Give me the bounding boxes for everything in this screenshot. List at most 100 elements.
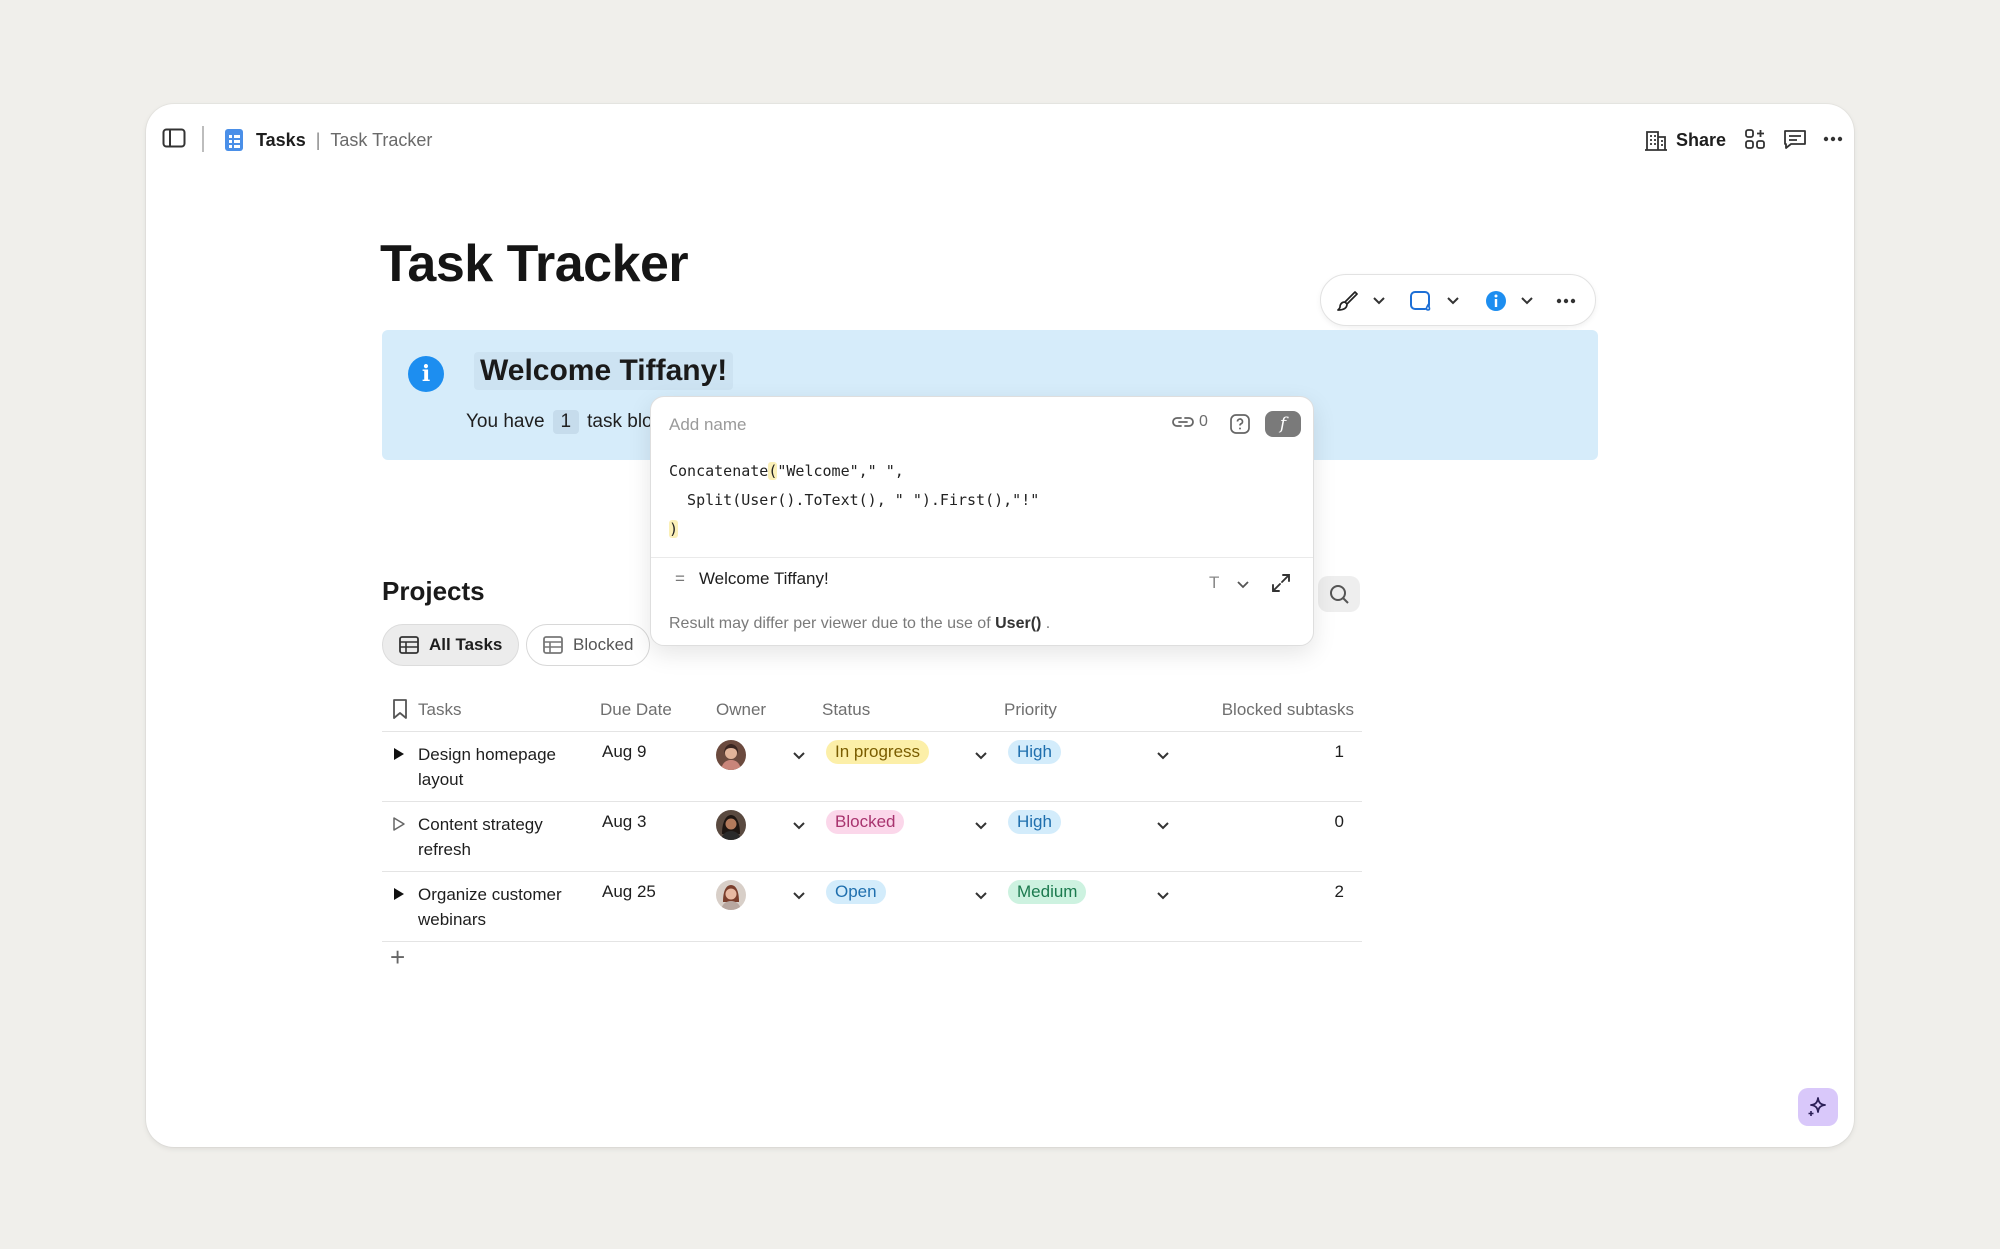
chevron-down-icon[interactable] <box>792 886 806 900</box>
due-date[interactable]: Aug 25 <box>602 882 656 902</box>
expand-icon[interactable] <box>1267 569 1295 597</box>
callout-task-count[interactable]: 1 <box>552 410 580 434</box>
avatar[interactable] <box>716 880 746 910</box>
tab-blocked[interactable]: Blocked <box>526 624 651 666</box>
formula-editor[interactable]: Concatenate("Welcome"," ", Split(User().… <box>669 457 1039 544</box>
task-name[interactable]: Organize customer webinars <box>418 882 578 932</box>
task-name[interactable]: Design homepage layout <box>418 742 578 792</box>
references-count[interactable]: 0 <box>1171 413 1208 431</box>
expand-arrow-icon[interactable] <box>392 886 406 902</box>
apps-icon[interactable] <box>1738 122 1772 156</box>
share-button[interactable]: Share <box>1644 122 1726 158</box>
column-header-tasks[interactable]: Tasks <box>418 700 461 720</box>
priority-badge[interactable]: Medium <box>1008 880 1087 904</box>
info-icon[interactable] <box>1483 288 1509 314</box>
chevron-down-icon[interactable] <box>1156 746 1170 760</box>
paintbrush-icon[interactable] <box>1333 287 1361 315</box>
code-line-2: Split(User().ToText(), " ").First(),"!" <box>669 491 1040 509</box>
chevron-down-icon[interactable] <box>1156 816 1170 830</box>
projects-title: Projects <box>382 576 485 606</box>
references-count-value: 0 <box>1199 413 1208 430</box>
note-prefix: Result may differ per viewer due to the … <box>669 615 991 632</box>
result-equals: = <box>675 569 685 588</box>
note-bold: User() <box>995 615 1042 632</box>
avatar[interactable] <box>716 740 746 770</box>
formula-fx-icon[interactable]: f <box>1265 411 1301 437</box>
viewer-note: Result may differ per viewer due to the … <box>669 615 1050 633</box>
avatar[interactable] <box>716 810 746 840</box>
callout-title[interactable]: Welcome Tiffany! <box>474 352 734 390</box>
column-header-owner[interactable]: Owner <box>716 700 766 720</box>
column-header-status[interactable]: Status <box>822 700 870 720</box>
priority-badge[interactable]: High <box>1008 810 1061 834</box>
more-options-icon[interactable] <box>1816 122 1850 156</box>
chevron-down-icon[interactable] <box>1235 577 1251 593</box>
task-name[interactable]: Content strategy refresh <box>418 812 578 862</box>
breadcrumb-doc[interactable]: Tasks <box>256 130 306 151</box>
chevron-down-icon[interactable] <box>974 816 988 830</box>
blocked-subtasks-count[interactable]: 0 <box>1335 812 1344 832</box>
breadcrumb: Tasks | Task Tracker <box>224 124 432 156</box>
result-value: Welcome Tiffany! <box>698 569 829 588</box>
sidebar-toggle-icon[interactable] <box>158 122 190 154</box>
formula-name-input[interactable] <box>669 415 1149 435</box>
topbar-divider <box>202 126 204 152</box>
blocked-subtasks-count[interactable]: 2 <box>1335 882 1344 902</box>
info-icon: i <box>408 356 444 392</box>
chevron-down-icon[interactable] <box>1371 293 1387 309</box>
column-header-blocked-subtasks[interactable]: Blocked subtasks <box>1222 700 1354 720</box>
due-date[interactable]: Aug 9 <box>602 742 646 762</box>
status-badge[interactable]: Open <box>826 880 886 904</box>
format-toolbar <box>1320 274 1596 326</box>
priority-badge[interactable]: High <box>1008 740 1061 764</box>
chevron-down-icon[interactable] <box>1519 293 1535 309</box>
due-date[interactable]: Aug 3 <box>602 812 646 832</box>
add-row-button[interactable]: + <box>390 942 405 973</box>
comments-icon[interactable] <box>1778 122 1812 156</box>
share-label: Share <box>1676 129 1727 150</box>
status-badge[interactable]: Blocked <box>826 810 905 834</box>
column-header-due-date[interactable]: Due Date <box>600 700 672 720</box>
table-icon <box>399 636 419 654</box>
table-row[interactable]: Design homepage layout Aug 9 In progress… <box>382 732 1362 802</box>
fill-color-icon[interactable] <box>1407 287 1435 315</box>
chevron-down-icon[interactable] <box>974 886 988 900</box>
page-title: Task Tracker <box>380 235 689 293</box>
ai-assistant-button[interactable] <box>1798 1088 1838 1126</box>
formula-popup: 0 f Concatenate("Welcome"," ", Split(Use… <box>650 396 1314 646</box>
bookmark-icon <box>392 698 408 725</box>
doc-icon <box>224 128 244 152</box>
code-function: Concatenate <box>669 462 769 480</box>
popup-divider <box>651 557 1313 558</box>
add-row-area: + <box>382 942 1362 986</box>
projects-table: Tasks Due Date Owner Status Priority Blo… <box>382 690 1362 986</box>
tab-all-tasks[interactable]: All Tasks <box>382 624 520 666</box>
blocked-subtasks-count[interactable]: 1 <box>1335 742 1344 762</box>
table-row[interactable]: Content strategy refresh Aug 3 Blocked H… <box>382 802 1362 872</box>
column-header-priority[interactable]: Priority <box>1004 700 1057 720</box>
table-row[interactable]: Organize customer webinars Aug 25 Open M… <box>382 872 1362 942</box>
tab-label: Blocked <box>573 635 634 654</box>
result-type-text-icon[interactable]: T <box>1209 573 1219 593</box>
building-icon <box>1645 131 1667 151</box>
search-icon[interactable] <box>1318 576 1360 612</box>
callout-body-prefix: You have <box>466 411 545 432</box>
expand-arrow-icon[interactable] <box>392 746 406 762</box>
code-paren-close: ) <box>669 520 679 538</box>
callout-body[interactable]: You have 1 task blo <box>466 410 653 434</box>
more-options-icon[interactable] <box>1551 288 1581 314</box>
table-header: Tasks Due Date Owner Status Priority Blo… <box>382 690 1362 732</box>
help-icon[interactable] <box>1227 411 1253 437</box>
chevron-down-icon[interactable] <box>792 816 806 830</box>
status-badge[interactable]: In progress <box>826 740 930 764</box>
tab-label: All Tasks <box>429 635 503 654</box>
expand-arrow-icon[interactable] <box>392 816 406 832</box>
breadcrumb-page[interactable]: Task Tracker <box>330 130 432 151</box>
chevron-down-icon[interactable] <box>1445 293 1461 309</box>
top-bar: Tasks | Task Tracker Share <box>146 104 1854 168</box>
table-icon <box>543 636 563 654</box>
callout-body-suffix: task blo <box>587 411 653 432</box>
chevron-down-icon[interactable] <box>1156 886 1170 900</box>
chevron-down-icon[interactable] <box>792 746 806 760</box>
chevron-down-icon[interactable] <box>974 746 988 760</box>
